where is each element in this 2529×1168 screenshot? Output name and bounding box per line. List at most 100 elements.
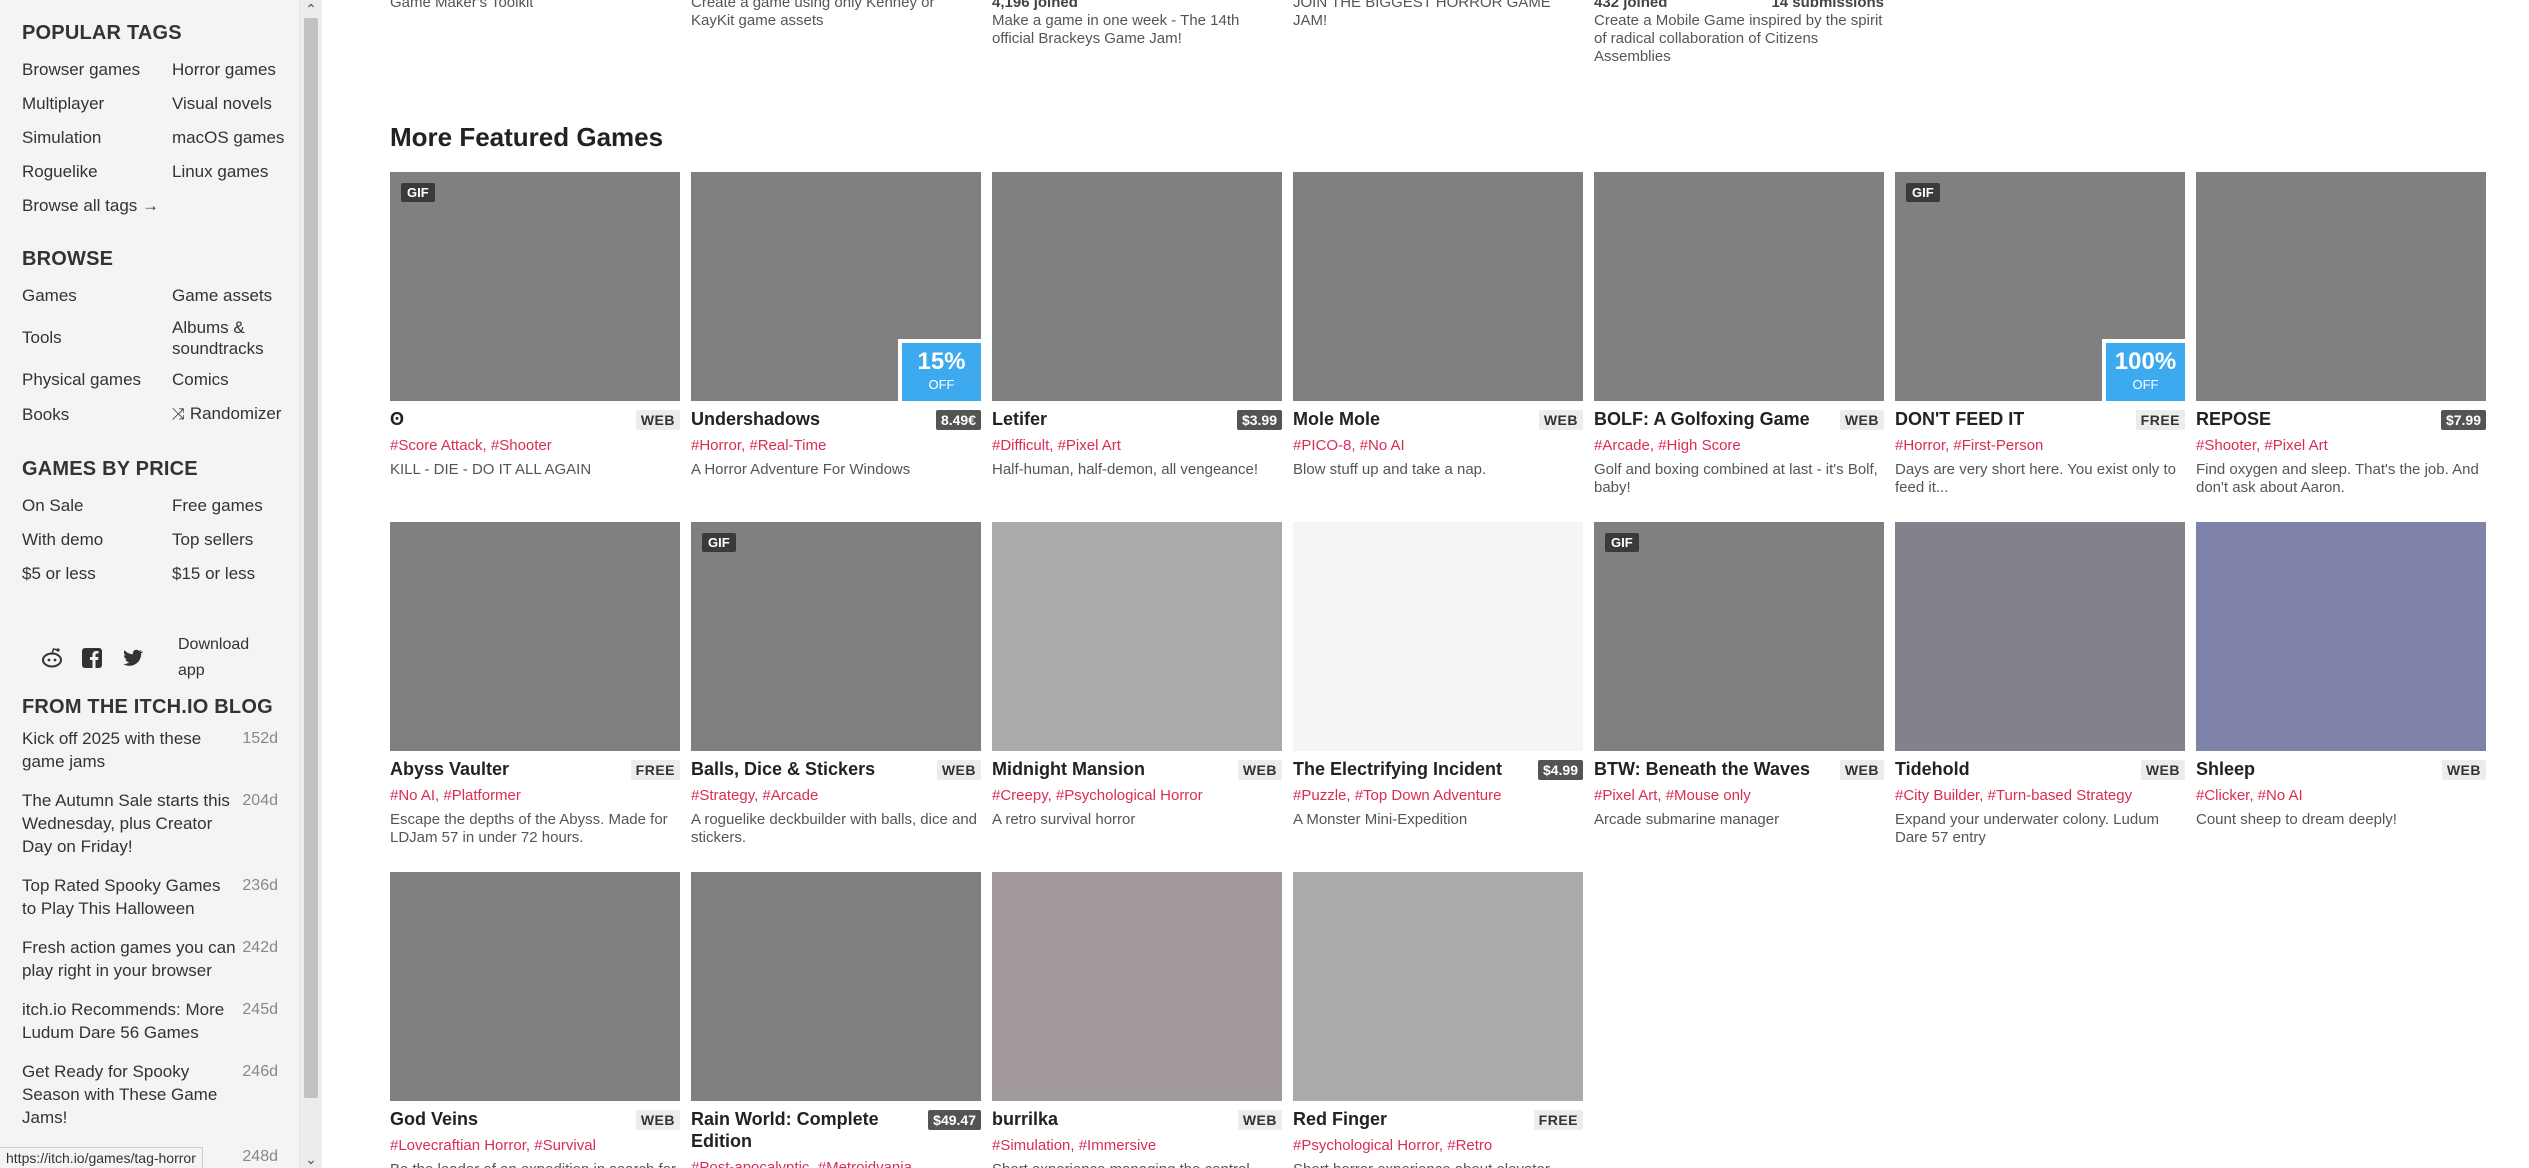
game-tags[interactable]: #Post-apocalyptic, #Metroidvania: [691, 1159, 981, 1168]
blog-item-title[interactable]: itch.io Recommends: More Ludum Dare 56 G…: [22, 998, 237, 1044]
game-title[interactable]: ʘ: [390, 408, 404, 430]
game-title[interactable]: Letifer: [992, 408, 1047, 430]
game-thumbnail[interactable]: [1895, 522, 2185, 751]
game-card[interactable]: God Veins WEB #Lovecraftian Horror, #Survi…: [390, 872, 680, 1168]
game-tags[interactable]: #Pixel Art, #Mouse only: [1594, 787, 1884, 805]
game-title[interactable]: REPOSE: [2196, 408, 2271, 430]
game-thumbnail[interactable]: [1293, 522, 1583, 751]
price-link-15-or-less[interactable]: $15 or less: [172, 561, 299, 587]
blog-item-title[interactable]: Top Rated Spooky Games to Play This Hall…: [22, 874, 237, 920]
game-card[interactable]: Tidehold WEB #City Builder, #Turn-based St…: [1895, 522, 2185, 847]
reddit-icon[interactable]: [40, 646, 64, 670]
browse-link-games[interactable]: Games: [22, 283, 172, 309]
jam-card[interactable]: 4,196 joined Make a game in one week - T…: [992, 0, 1282, 48]
game-thumbnail[interactable]: [1293, 172, 1583, 401]
game-thumbnail[interactable]: GIF 100% OFF: [1895, 172, 2185, 401]
browse-all-tags-link[interactable]: Browse all tags →: [22, 193, 299, 219]
jam-card[interactable]: 432 joined 14 submissions Create a Mobile…: [1594, 0, 1884, 66]
tag-link-horror-games[interactable]: Horror games: [172, 57, 299, 83]
game-title[interactable]: Rain World: Complete Edition: [691, 1108, 911, 1152]
game-title[interactable]: Tidehold: [1895, 758, 1970, 780]
game-tags[interactable]: #Simulation, #Immersive: [992, 1137, 1282, 1155]
price-link-on-sale[interactable]: On Sale: [22, 493, 172, 519]
game-card[interactable]: Abyss Vaulter FREE #No AI, #Platformer Esca…: [390, 522, 680, 847]
blog-item-title[interactable]: The Autumn Sale starts this Wednesday, p…: [22, 789, 237, 858]
game-card[interactable]: burrilka WEB #Simulation, #Immersive Short …: [992, 872, 1282, 1168]
tag-link-browser-games[interactable]: Browser games: [22, 57, 172, 83]
blog-item[interactable]: Top Rated Spooky Games to Play This Hall…: [22, 874, 278, 920]
tag-link-linux-games[interactable]: Linux games: [172, 159, 299, 185]
browse-link-books[interactable]: Books: [22, 402, 172, 428]
game-thumbnail[interactable]: [992, 872, 1282, 1101]
game-title[interactable]: Undershadows: [691, 408, 820, 430]
price-link-5-or-less[interactable]: $5 or less: [22, 561, 172, 587]
game-title[interactable]: Abyss Vaulter: [390, 758, 509, 780]
browse-link-physical-games[interactable]: Physical games: [22, 367, 172, 393]
game-card[interactable]: GIF ʘ WEB #Score Attack, #Shooter KILL - DIE…: [390, 172, 680, 479]
game-title[interactable]: Balls, Dice & Stickers: [691, 758, 875, 780]
game-card[interactable]: The Electrifying Incident $4.99 #Puzzle, #…: [1293, 522, 1583, 829]
game-tags[interactable]: #Lovecraftian Horror, #Survival: [390, 1137, 680, 1155]
game-tags[interactable]: #No AI, #Platformer: [390, 787, 680, 805]
game-title[interactable]: DON'T FEED IT: [1895, 408, 2024, 430]
blog-item-title[interactable]: Kick off 2025 with these game jams: [22, 727, 237, 773]
price-link-with-demo[interactable]: With demo: [22, 527, 172, 553]
scroll-down-icon[interactable]: ⌄: [304, 1152, 318, 1166]
game-card[interactable]: 15% OFF Undershadows 8.49€ #Horror, #Real-Ti…: [691, 172, 981, 479]
game-card[interactable]: Midnight Mansion WEB #Creepy, #Psychologic…: [992, 522, 1282, 829]
blog-item-title[interactable]: Fresh action games you can play right in…: [22, 936, 237, 982]
game-title[interactable]: Midnight Mansion: [992, 758, 1145, 780]
game-card[interactable]: Mole Mole WEB #PICO-8, #No AI Blow stuff up…: [1293, 172, 1583, 479]
game-thumbnail[interactable]: GIF: [390, 172, 680, 401]
price-link-top-sellers[interactable]: Top sellers: [172, 527, 299, 553]
browse-link-game-assets[interactable]: Game assets: [172, 283, 299, 309]
game-tags[interactable]: #Creepy, #Psychological Horror: [992, 787, 1282, 805]
game-card[interactable]: BOLF: A Golfoxing Game WEB #Arcade, #High …: [1594, 172, 1884, 497]
game-title[interactable]: Red Finger: [1293, 1108, 1387, 1130]
jam-card[interactable]: Create a game using only Kenney or KayKi…: [691, 0, 981, 30]
game-card[interactable]: Red Finger FREE #Psychological Horror, #Re…: [1293, 872, 1583, 1168]
blog-item[interactable]: Fresh action games you can play right in…: [22, 936, 278, 982]
jam-card[interactable]: Game Maker's Toolkit: [390, 0, 680, 12]
game-card[interactable]: REPOSE $7.99 #Shooter, #Pixel Art Find oxyg…: [2196, 172, 2486, 497]
game-thumbnail[interactable]: [1594, 172, 1884, 401]
price-link-free-games[interactable]: Free games: [172, 493, 299, 519]
jam-card[interactable]: JOIN THE BIGGEST HORROR GAME JAM!: [1293, 0, 1583, 30]
game-card[interactable]: GIF BTW: Beneath the Waves WEB #Pixel Art, …: [1594, 522, 1884, 829]
game-thumbnail[interactable]: GIF: [1594, 522, 1884, 751]
game-title[interactable]: burrilka: [992, 1108, 1058, 1130]
game-thumbnail[interactable]: 15% OFF: [691, 172, 981, 401]
game-title[interactable]: God Veins: [390, 1108, 478, 1130]
game-title[interactable]: Shleep: [2196, 758, 2255, 780]
blog-item-title[interactable]: Get Ready for Spooky Season with These G…: [22, 1060, 237, 1129]
game-card[interactable]: GIF 100% OFF DON'T FEED IT FREE #Horror, #Fir…: [1895, 172, 2185, 497]
game-tags[interactable]: #Puzzle, #Top Down Adventure: [1293, 787, 1583, 805]
game-tags[interactable]: #Difficult, #Pixel Art: [992, 437, 1282, 455]
game-tags[interactable]: #Score Attack, #Shooter: [390, 437, 680, 455]
game-tags[interactable]: #City Builder, #Turn-based Strategy: [1895, 787, 2185, 805]
game-tags[interactable]: #Horror, #First-Person: [1895, 437, 2185, 455]
scroll-up-icon[interactable]: ⌃: [304, 2, 318, 16]
game-tags[interactable]: #PICO-8, #No AI: [1293, 437, 1583, 455]
game-thumbnail[interactable]: [390, 872, 680, 1101]
game-tags[interactable]: #Strategy, #Arcade: [691, 787, 981, 805]
tag-link-simulation[interactable]: Simulation: [22, 125, 172, 151]
game-tags[interactable]: #Horror, #Real-Time: [691, 437, 981, 455]
blog-item[interactable]: Kick off 2025 with these game jams 152d: [22, 727, 278, 773]
browse-link-randomizer[interactable]: ⤨ Randomizer: [172, 401, 299, 428]
sidebar-scrollbar-thumb[interactable]: [304, 18, 318, 1098]
browse-link-albums[interactable]: Albums & soundtracks: [172, 317, 299, 359]
game-thumbnail[interactable]: [390, 522, 680, 751]
game-tags[interactable]: #Psychological Horror, #Retro: [1293, 1137, 1583, 1155]
game-thumbnail[interactable]: [1293, 872, 1583, 1101]
game-title[interactable]: The Electrifying Incident: [1293, 758, 1502, 780]
game-thumbnail[interactable]: [691, 872, 981, 1101]
game-card[interactable]: GIF Balls, Dice & Stickers WEB #Strategy, #…: [691, 522, 981, 847]
blog-item[interactable]: The Autumn Sale starts this Wednesday, p…: [22, 789, 278, 858]
blog-item[interactable]: itch.io Recommends: More Ludum Dare 56 G…: [22, 998, 278, 1044]
game-thumbnail[interactable]: [2196, 172, 2486, 401]
facebook-icon[interactable]: [80, 646, 104, 670]
twitter-icon[interactable]: [120, 646, 144, 670]
game-card[interactable]: Shleep WEB #Clicker, #No AI Count sheep to …: [2196, 522, 2486, 829]
browse-link-tools[interactable]: Tools: [22, 325, 172, 351]
